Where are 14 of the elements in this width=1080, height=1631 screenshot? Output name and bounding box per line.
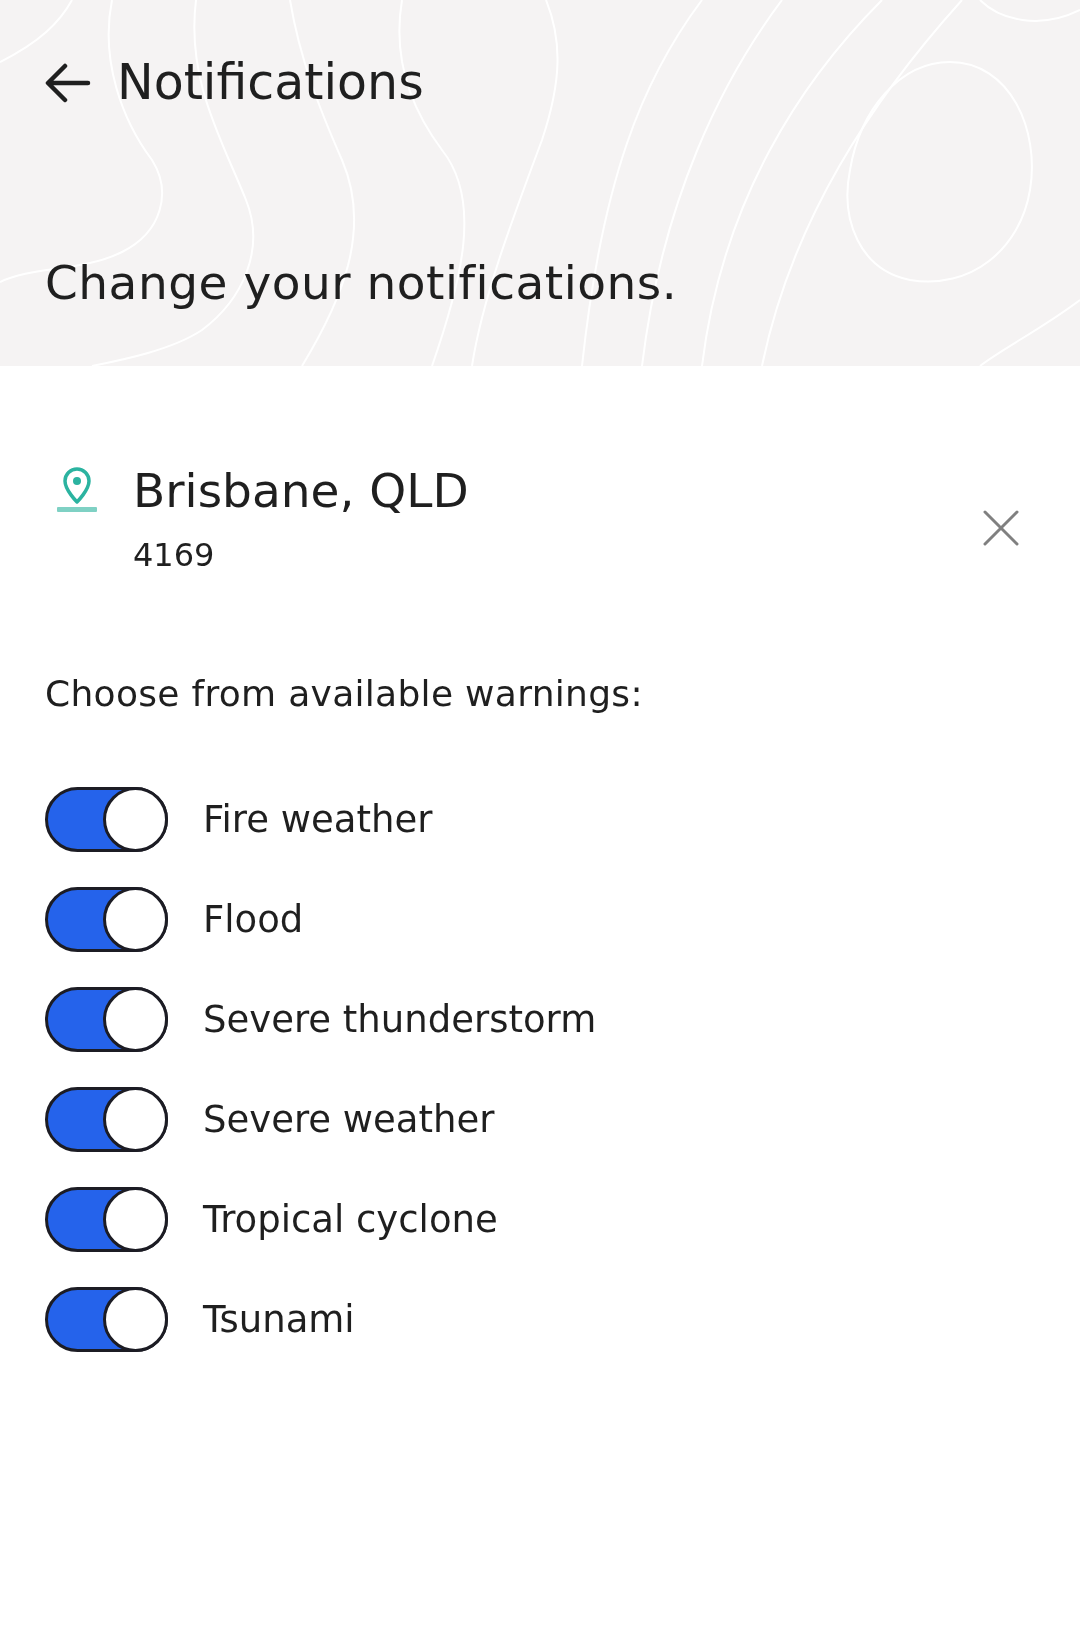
location-postcode: 4169 bbox=[133, 535, 216, 575]
warning-label: Flood bbox=[203, 897, 304, 942]
close-icon bbox=[983, 509, 1019, 546]
page-title: Notifications bbox=[117, 55, 424, 111]
location-pin-icon bbox=[57, 466, 97, 512]
warning-label: Severe weather bbox=[203, 1097, 495, 1142]
page-subtitle: Change your notifications. bbox=[44, 255, 679, 311]
warning-label: Fire weather bbox=[203, 797, 433, 842]
warning-label: Tsunami bbox=[203, 1297, 355, 1342]
warning-label: Tropical cyclone bbox=[203, 1197, 498, 1242]
back-arrow-icon bbox=[45, 63, 91, 103]
warnings-heading: Choose from available warnings: bbox=[44, 672, 644, 716]
warning-label: Severe thunderstorm bbox=[203, 997, 597, 1042]
location-name: Brisbane, QLD bbox=[133, 462, 469, 520]
